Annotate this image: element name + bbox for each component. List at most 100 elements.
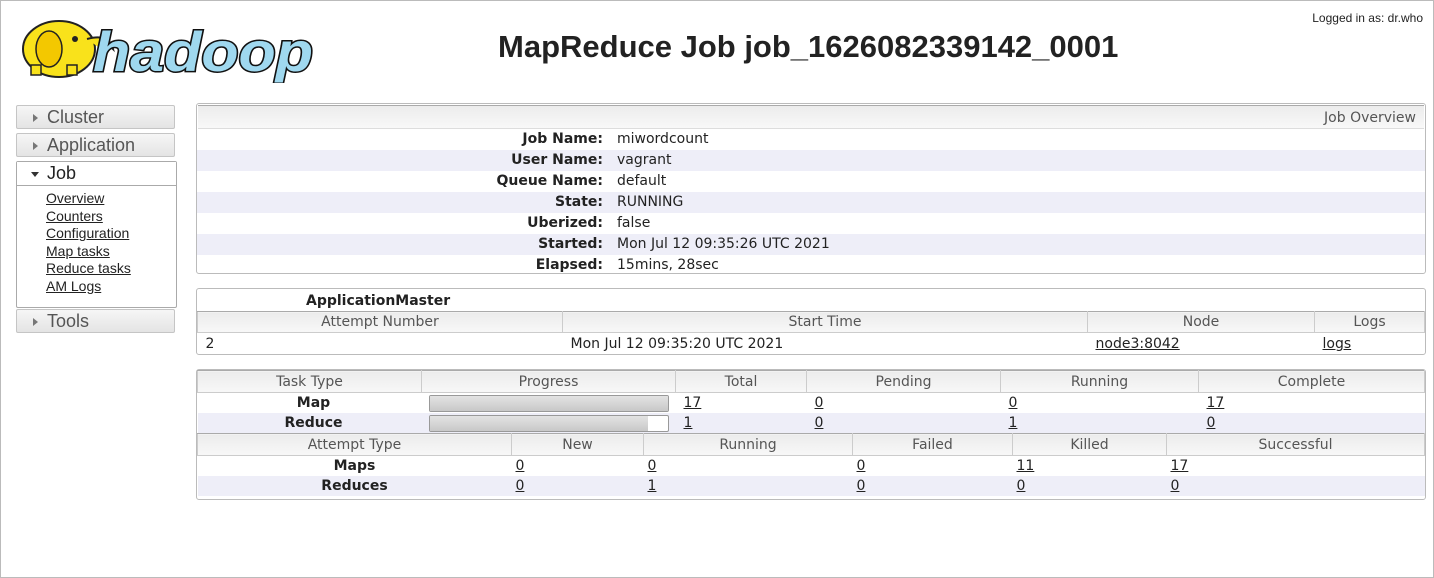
overview-value: 15mins, 28sec: [617, 257, 719, 273]
collapsed-arrow-icon: [33, 318, 38, 326]
login-status: Logged in as: dr.who: [1312, 11, 1423, 25]
maps-running-link[interactable]: 0: [648, 458, 657, 474]
attempt-number: 2: [205, 336, 215, 352]
column-header: Successful: [1166, 433, 1425, 456]
maps-new-link[interactable]: 0: [516, 458, 525, 474]
overview-value: vagrant: [617, 152, 672, 168]
table-row: Reduces 0 1 0 0 0: [197, 476, 1425, 496]
map-running-link[interactable]: 0: [1009, 395, 1018, 411]
link-counters[interactable]: Counters: [46, 208, 103, 224]
overview-key: Job Name:: [522, 131, 603, 147]
overview-value: default: [617, 173, 667, 189]
link-am-logs[interactable]: AM Logs: [46, 278, 101, 294]
link-reduce-tasks[interactable]: Reduce tasks: [46, 260, 131, 276]
job-links: Overview Counters Configuration Map task…: [17, 186, 176, 307]
column-header[interactable]: Node: [1087, 311, 1315, 333]
job-overview-panel: Job Overview Job Name: miwordcount User N…: [196, 103, 1426, 274]
logo-text: hadoop: [93, 20, 313, 83]
collapsed-arrow-icon: [33, 142, 38, 150]
overview-key: User Name:: [511, 152, 603, 168]
sidebar-section-tools[interactable]: Tools: [16, 309, 175, 333]
overview-row: User Name: vagrant: [197, 150, 1425, 171]
column-header: Attempt Type: [197, 433, 512, 456]
reduces-failed-link[interactable]: 0: [857, 478, 866, 494]
attempts-table: Attempt Type New Running Failed Killed S…: [197, 433, 1425, 496]
tasks-panel: Task Type Progress Total Pending Running…: [196, 369, 1426, 500]
overview-value: false: [617, 215, 651, 231]
column-header: Progress: [421, 370, 676, 393]
reduces-killed-link[interactable]: 0: [1017, 478, 1026, 494]
sidebar-section-cluster[interactable]: Cluster: [16, 105, 175, 129]
job-overview-heading: Job Overview: [198, 105, 1424, 129]
column-header: Task Type: [197, 370, 422, 393]
column-header: Failed: [852, 433, 1013, 456]
sidebar-label: Job: [47, 163, 77, 183]
map-pending-link[interactable]: 0: [815, 395, 824, 411]
column-header: Running: [643, 433, 853, 456]
sidebar-section-application[interactable]: Application: [16, 133, 175, 157]
logs-link[interactable]: logs: [1323, 336, 1352, 352]
link-overview[interactable]: Overview: [46, 190, 104, 206]
link-map-tasks[interactable]: Map tasks: [46, 243, 110, 259]
reduce-total-link[interactable]: 1: [684, 415, 693, 431]
sidebar-section-job: Job Overview Counters Configuration Map …: [16, 161, 177, 308]
attempt-type: Maps: [333, 458, 376, 474]
map-complete-link[interactable]: 17: [1207, 395, 1225, 411]
reduces-running-link[interactable]: 1: [648, 478, 657, 494]
reduces-new-link[interactable]: 0: [516, 478, 525, 494]
overview-key: State:: [554, 194, 603, 210]
sidebar-label: Tools: [47, 311, 90, 331]
task-type: Map: [296, 395, 331, 411]
overview-row: Job Name: miwordcount: [197, 129, 1425, 150]
tasks-table: Task Type Progress Total Pending Running…: [197, 370, 1425, 433]
overview-value: miwordcount: [617, 131, 709, 147]
task-type: Reduce: [197, 413, 422, 433]
column-header: Running: [1000, 370, 1199, 393]
table-row: Map 17 0 0 17: [198, 393, 1425, 414]
overview-key: Started:: [538, 236, 603, 252]
application-master-panel: ApplicationMaster Attempt Number Start T…: [196, 288, 1426, 355]
page-title: MapReduce Job job_1626082339142_0001: [498, 29, 1119, 64]
overview-row: State: RUNNING: [197, 192, 1425, 213]
column-header[interactable]: Logs: [1314, 311, 1425, 333]
node-link[interactable]: node3:8042: [1096, 336, 1180, 352]
map-progress-bar: [428, 394, 669, 412]
reduce-pending-link[interactable]: 0: [815, 415, 824, 431]
expanded-arrow-icon: [31, 172, 39, 177]
column-header: Total: [675, 370, 807, 393]
sidebar-label: Application: [47, 135, 136, 155]
maps-killed-link[interactable]: 11: [1017, 458, 1035, 474]
overview-value: RUNNING: [617, 194, 684, 210]
table-row: 2 Mon Jul 12 09:35:20 UTC 2021 node3:804…: [198, 333, 1425, 356]
application-master-table: Attempt Number Start Time Node Logs 2 Mo…: [197, 311, 1425, 355]
link-configuration[interactable]: Configuration: [46, 225, 129, 241]
column-header[interactable]: Start Time: [562, 311, 1088, 333]
application-master-title: ApplicationMaster: [306, 293, 451, 309]
column-header[interactable]: Attempt Number: [197, 311, 563, 333]
start-time: Mon Jul 12 09:35:20 UTC 2021: [570, 336, 784, 352]
sidebar-label: Cluster: [47, 107, 105, 127]
hadoop-logo: hadoop: [22, 19, 315, 83]
overview-key: Elapsed:: [535, 257, 603, 273]
overview-key: Queue Name:: [496, 173, 603, 189]
sidebar-header-job[interactable]: Job: [17, 162, 176, 186]
maps-failed-link[interactable]: 0: [857, 458, 866, 474]
column-header: Killed: [1012, 433, 1167, 456]
overview-row: Queue Name: default: [197, 171, 1425, 192]
overview-row: Uberized: false: [197, 213, 1425, 234]
overview-row: Started: Mon Jul 12 09:35:26 UTC 2021: [197, 234, 1425, 255]
reduces-successful-link[interactable]: 0: [1171, 478, 1180, 494]
column-header: Pending: [806, 370, 1001, 393]
maps-successful-link[interactable]: 17: [1171, 458, 1189, 474]
reduce-complete-link[interactable]: 0: [1207, 415, 1216, 431]
table-row: Reduce 1 0 1 0: [197, 413, 1425, 433]
reduce-running-link[interactable]: 1: [1009, 415, 1018, 431]
overview-key: Uberized:: [527, 215, 603, 231]
reduce-progress-bar: [428, 414, 669, 432]
attempt-type: Reduces: [197, 476, 512, 496]
table-row: Maps 0 0 0 11 17: [198, 456, 1425, 477]
column-header: Complete: [1198, 370, 1425, 393]
collapsed-arrow-icon: [33, 114, 38, 122]
overview-value: Mon Jul 12 09:35:26 UTC 2021: [617, 236, 830, 252]
map-total-link[interactable]: 17: [684, 395, 702, 411]
